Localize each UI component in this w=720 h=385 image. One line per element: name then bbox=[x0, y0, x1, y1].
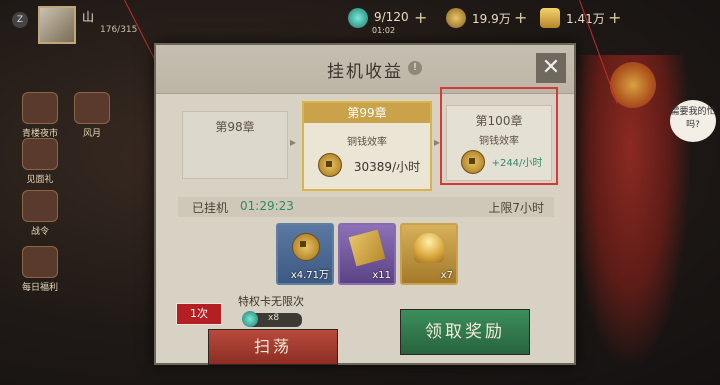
rate-value: 30389/小时 bbox=[353, 160, 421, 174]
romance-icon bbox=[74, 92, 110, 124]
claim-rewards-button[interactable]: 领取奖励 bbox=[400, 309, 530, 355]
coin-icon bbox=[446, 8, 466, 28]
menu-romance[interactable]: 风月 bbox=[62, 92, 122, 139]
idle-time: 01:29:23 bbox=[240, 199, 294, 213]
player-stats: 176/315 bbox=[100, 25, 138, 35]
reward-count: x11 bbox=[372, 270, 391, 281]
player-name: 山 bbox=[82, 10, 95, 24]
reward-count: x4.71万 bbox=[290, 270, 329, 281]
energy-timer: 01:02 bbox=[372, 26, 396, 35]
gift-icon bbox=[22, 138, 58, 170]
gem-cost: x8 bbox=[268, 313, 280, 323]
chapter-title: 第99章 bbox=[304, 103, 430, 123]
copper-coin-icon bbox=[292, 233, 320, 261]
reward-scroll[interactable]: x11 bbox=[338, 223, 396, 285]
energy-value: 9/120 bbox=[374, 10, 409, 24]
reward-gold-ingot[interactable]: x7 bbox=[400, 223, 458, 285]
chevron-right-icon: ▸ bbox=[290, 135, 297, 149]
gold-ingot-icon bbox=[540, 8, 560, 28]
idle-label: 已挂机 bbox=[192, 201, 229, 215]
add-gold-button[interactable]: + bbox=[608, 8, 621, 27]
chapter-card-99-current: 第99章 铜钱效率 30389/小时 bbox=[302, 101, 432, 191]
sweep-times-badge: 1次 bbox=[176, 303, 222, 325]
reward-copper-coins[interactable]: x4.71万 bbox=[276, 223, 334, 285]
panel-title: 挂机收益 bbox=[327, 62, 403, 82]
menu-night-market[interactable]: 青楼夜市 bbox=[10, 92, 70, 139]
chapter-title: 第98章 bbox=[215, 120, 255, 134]
idle-status-bar: 已挂机 01:29:23 上限7小时 bbox=[178, 197, 554, 217]
add-energy-button[interactable]: + bbox=[414, 8, 427, 27]
energy-gem-icon bbox=[348, 8, 368, 28]
add-coin-button[interactable]: + bbox=[514, 8, 527, 27]
top-status-bar: Z 山 176/315 9/120 01:02 + 19.9万 + 1.41万 … bbox=[0, 0, 720, 44]
speech-bubble: 需要我的忙吗? bbox=[670, 100, 716, 142]
highlight-box bbox=[440, 87, 558, 185]
menu-gift[interactable]: 见面礼 bbox=[10, 138, 70, 185]
chapter-card-98: 第98章 bbox=[182, 111, 288, 179]
menu-daily-welfare[interactable]: 每日福利 bbox=[10, 246, 70, 293]
menu-battle-pass[interactable]: 战令 bbox=[10, 190, 70, 237]
rate-label: 铜钱效率 bbox=[347, 137, 387, 148]
gem-icon bbox=[242, 311, 258, 327]
gold-ingot-icon bbox=[414, 233, 444, 263]
idle-earnings-panel: 挂机收益 ! ✕ 第98章 ▸ 第99章 铜钱效率 30389/小时 ▸ 第10… bbox=[154, 43, 576, 365]
premium-card-label: 特权卡无限次 bbox=[238, 295, 304, 308]
coin-value: 19.9万 bbox=[472, 12, 511, 26]
scroll-icon bbox=[348, 229, 386, 267]
info-icon[interactable]: ! bbox=[408, 61, 422, 75]
reward-count: x7 bbox=[440, 270, 453, 281]
daily-welfare-icon bbox=[22, 246, 58, 278]
idle-limit: 上限7小时 bbox=[488, 201, 544, 215]
player-avatar[interactable] bbox=[38, 6, 76, 44]
sweep-button[interactable]: 扫荡 bbox=[208, 329, 338, 365]
night-market-icon bbox=[22, 92, 58, 124]
profile-letter-icon[interactable]: Z bbox=[12, 12, 28, 28]
close-button[interactable]: ✕ bbox=[536, 53, 566, 83]
battle-pass-icon bbox=[22, 190, 58, 222]
